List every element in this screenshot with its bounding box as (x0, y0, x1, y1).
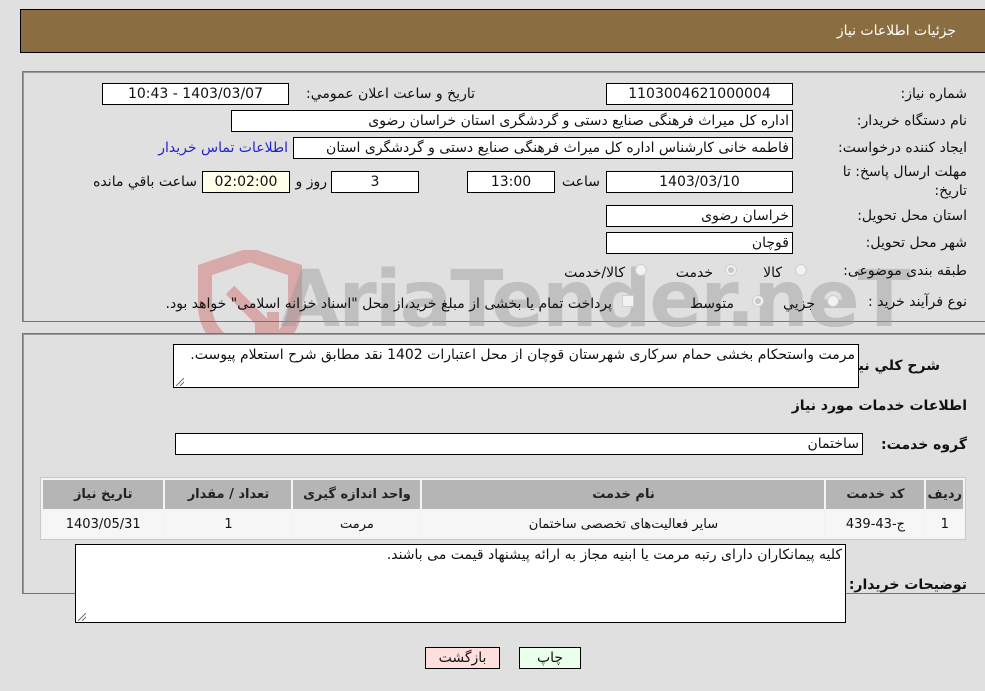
requester-label: ایجاد کننده درخواست: (838, 140, 967, 156)
buyer-notes-textarea[interactable]: کلیه پیمانکاران دارای رتبه مرمت یا ابنیه… (75, 544, 846, 623)
purchase-type-option-medium: متوسط (690, 296, 734, 312)
print-button[interactable]: چاپ (519, 647, 581, 669)
deadline-time-label: ساعت (561, 174, 600, 190)
category-radio-goods[interactable] (795, 264, 807, 276)
announce-datetime-field: 1403/03/07 - 10:43 (102, 83, 289, 105)
deadline-label: مهلت ارسال پاسخ: تا تاریخ: (842, 164, 967, 199)
purchase-type-radio-minor[interactable] (827, 295, 839, 307)
deadline-time-field: 13:00 (467, 171, 555, 193)
service-group-field: ساختمان (175, 433, 863, 455)
need-number-label: شماره نیاز: (900, 86, 968, 102)
services-table: رديف کد خدمت نام خدمت واحد اندازه گیری ت… (40, 477, 966, 540)
page-header: جزئیات اطلاعات نیاز (20, 9, 985, 53)
cell-service-code: ج-43-439 (826, 511, 925, 537)
purchase-type-label: نوع فرآیند خرید : (868, 294, 967, 310)
requester-field: فاطمه خانی کارشناس اداره کل میراث فرهنگی… (293, 137, 793, 159)
buyer-contact-link[interactable]: اطلاعات تماس خریدار (158, 140, 288, 156)
resize-grip-icon[interactable] (78, 613, 86, 621)
buyer-org-field: اداره کل میراث فرهنگی صنایع دستی و گردشگ… (231, 110, 793, 132)
days-remaining-field: 3 (331, 171, 419, 193)
col-header-service-name: نام خدمت (422, 480, 825, 509)
buyer-notes-label: توضیحات خریدار: (848, 577, 967, 593)
category-option-goods: کالا (763, 265, 782, 281)
cell-need-date: 1403/05/31 (43, 511, 164, 537)
cell-service-name: سایر فعالیت‌های تخصصی ساختمان (422, 511, 825, 537)
province-field: خراسان رضوی (606, 205, 793, 227)
buyer-notes-text: کلیه پیمانکاران دارای رتبه مرمت یا ابنیه… (386, 547, 842, 563)
deadline-date-field: 1403/03/10 (606, 171, 793, 193)
col-header-need-date: تاریخ نیاز (43, 480, 164, 509)
col-header-row-number: رديف (926, 480, 963, 509)
page-title: جزئیات اطلاعات نیاز (836, 23, 956, 39)
announce-datetime-label: تاریخ و ساعت اعلان عمومي: (306, 86, 475, 102)
description-text: مرمت واستحکام بخشی حمام سرکاری شهرستان ق… (190, 347, 855, 363)
time-remaining-label: ساعت باقي مانده (93, 174, 197, 190)
col-header-quantity: تعداد / مقدار (165, 480, 292, 509)
cell-quantity: 1 (165, 511, 292, 537)
need-number-field: 1103004621000004 (606, 83, 793, 105)
purchase-type-radio-medium[interactable] (752, 295, 764, 307)
services-section-title: اطلاعات خدمات مورد نياز (791, 398, 967, 414)
category-radio-service[interactable] (725, 264, 737, 276)
col-header-service-code: کد خدمت (826, 480, 925, 509)
province-label: استان محل تحویل: (857, 208, 967, 224)
cell-unit: مرمت (293, 511, 421, 537)
col-header-unit: واحد اندازه گیری (293, 480, 421, 509)
time-remaining-field: 02:02:00 (202, 171, 290, 193)
resize-grip-icon[interactable] (176, 378, 184, 386)
back-button[interactable]: بازگشت (425, 647, 500, 669)
table-row: 1 ج-43-439 سایر فعالیت‌های تخصصی ساختمان… (43, 511, 963, 537)
treasury-checkbox[interactable] (622, 295, 634, 307)
city-field: قوچان (606, 232, 793, 254)
purchase-type-option-minor: جزيي (783, 296, 815, 312)
category-label: طبقه بندی موضوعی: (843, 263, 967, 279)
description-textarea[interactable]: مرمت واستحکام بخشی حمام سرکاری شهرستان ق… (173, 344, 859, 388)
service-group-label: گروه خدمت: (881, 437, 967, 453)
city-label: شهر محل تحویل: (865, 235, 967, 251)
days-label: روز و (295, 174, 328, 190)
category-radio-goods-service[interactable] (635, 264, 647, 276)
table-header-row: رديف کد خدمت نام خدمت واحد اندازه گیری ت… (43, 480, 963, 509)
buyer-org-label: نام دستگاه خريدار: (856, 113, 967, 129)
category-option-goods-service: کالا/خدمت (564, 265, 625, 281)
treasury-note: پرداخت تمام یا بخشی از مبلغ خرید،از محل … (165, 296, 612, 312)
cell-row-number: 1 (926, 511, 963, 537)
category-option-service: خدمت (675, 265, 713, 281)
